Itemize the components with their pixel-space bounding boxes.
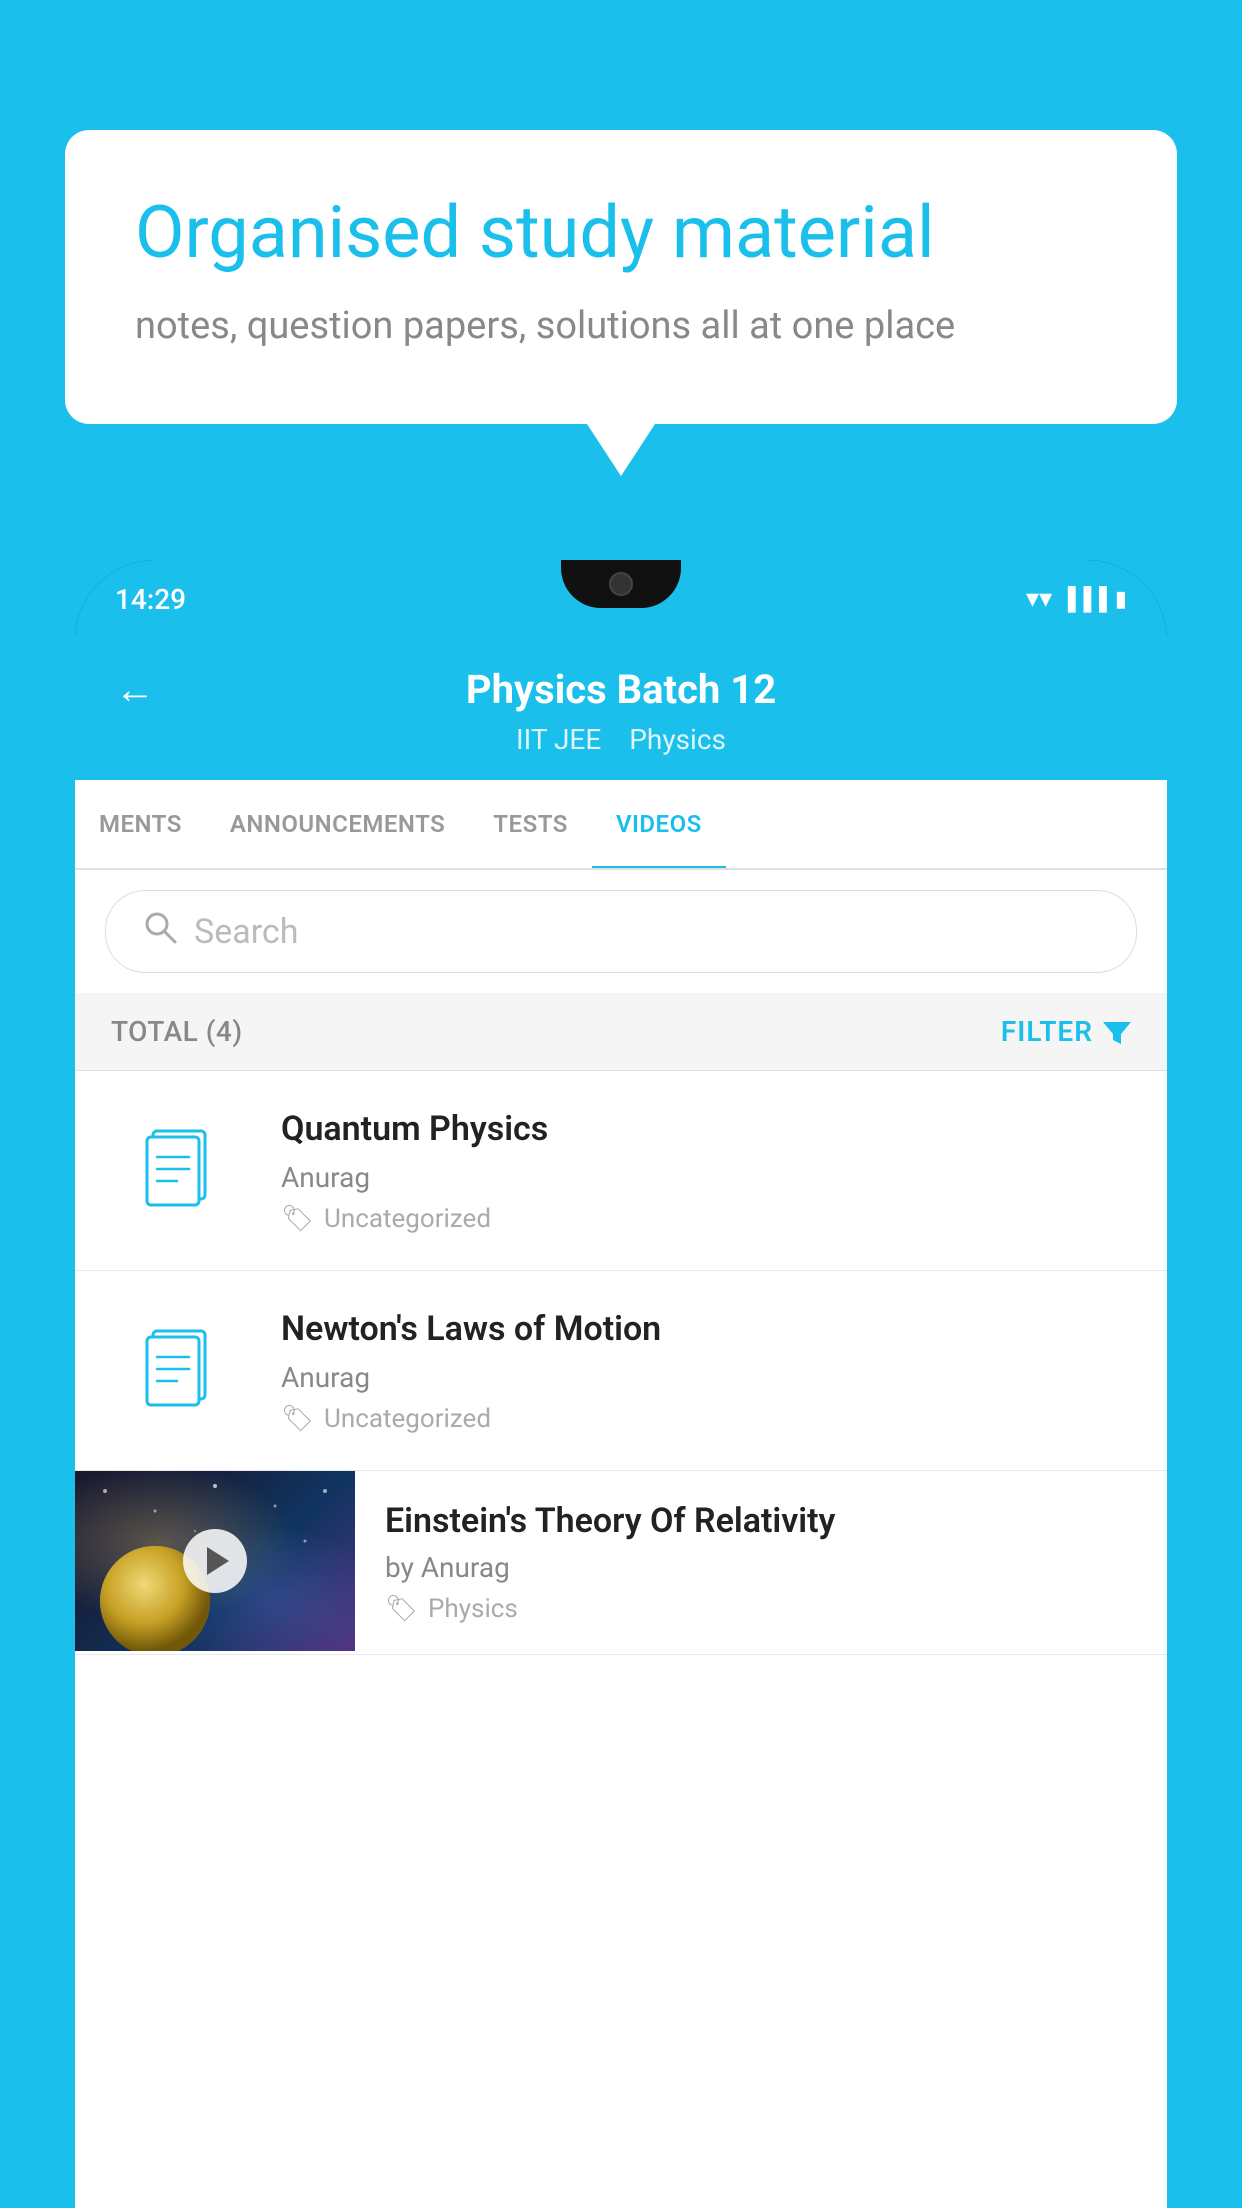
app-header: ← Physics Batch 12 IIT JEE Physics xyxy=(75,638,1167,780)
camera-icon xyxy=(609,572,633,596)
filter-label: FILTER xyxy=(1001,1015,1093,1048)
search-bar-wrapper: Search xyxy=(75,870,1167,993)
video-author: by Anurag xyxy=(385,1551,1137,1584)
video-tag: 🏷 Uncategorized xyxy=(281,1204,1131,1234)
list-item[interactable]: Quantum Physics Anurag 🏷 Uncategorized xyxy=(75,1071,1167,1271)
list-item[interactable]: Einstein's Theory Of Relativity by Anura… xyxy=(75,1471,1167,1655)
speech-bubble: Organised study material notes, question… xyxy=(65,130,1177,424)
tag-icon: 🏷 xyxy=(281,1204,314,1234)
tag-icon: 🏷 xyxy=(281,1404,314,1434)
tab-ments[interactable]: MENTS xyxy=(75,780,206,868)
tag-label: Uncategorized xyxy=(324,1204,491,1234)
video-title: Quantum Physics xyxy=(281,1107,1131,1151)
video-author: Anurag xyxy=(281,1361,1131,1394)
search-bar[interactable]: Search xyxy=(105,890,1137,973)
speech-bubble-container: Organised study material notes, question… xyxy=(65,130,1177,424)
signal-icon: ▐▐▐ xyxy=(1060,586,1107,612)
phone-screen: ← Physics Batch 12 IIT JEE Physics MENTS… xyxy=(75,638,1167,2208)
video-info-einstein: Einstein's Theory Of Relativity by Anura… xyxy=(355,1471,1167,1654)
tab-announcements[interactable]: ANNOUNCEMENTS xyxy=(206,780,469,868)
battery-icon: ▮ xyxy=(1115,587,1127,612)
doc-icon-quantum xyxy=(111,1113,251,1228)
video-author: Anurag xyxy=(281,1161,1131,1194)
tab-videos[interactable]: VIDEOS xyxy=(592,780,726,868)
filter-button[interactable]: FILTER xyxy=(1001,1015,1131,1048)
video-info-newton: Newton's Laws of Motion Anurag 🏷 Uncateg… xyxy=(281,1307,1131,1434)
play-triangle-icon xyxy=(207,1547,229,1575)
app-title: Physics Batch 12 xyxy=(466,666,776,713)
play-button[interactable] xyxy=(183,1529,247,1593)
filter-row: TOTAL (4) FILTER xyxy=(75,993,1167,1071)
video-tag: 🏷 Physics xyxy=(385,1594,1137,1624)
back-button[interactable]: ← xyxy=(115,666,155,713)
speech-bubble-heading: Organised study material xyxy=(135,190,1107,276)
video-title: Einstein's Theory Of Relativity xyxy=(385,1501,1137,1541)
list-item[interactable]: Newton's Laws of Motion Anurag 🏷 Uncateg… xyxy=(75,1271,1167,1471)
video-info-quantum: Quantum Physics Anurag 🏷 Uncategorized xyxy=(281,1107,1131,1234)
wifi-icon: ▾▾ xyxy=(1026,584,1052,614)
filter-icon xyxy=(1103,1018,1131,1046)
app-subtitle: IIT JEE Physics xyxy=(516,723,726,756)
phone-frame: 14:29 ▾▾ ▐▐▐ ▮ ← Physics Batch 12 IIT JE… xyxy=(75,560,1167,2208)
status-time: 14:29 xyxy=(115,583,186,616)
phone-notch xyxy=(561,560,681,608)
status-icons: ▾▾ ▐▐▐ ▮ xyxy=(1026,584,1127,614)
doc-icon-newton xyxy=(111,1313,251,1428)
video-tag: 🏷 Uncategorized xyxy=(281,1404,1131,1434)
tag-label: Uncategorized xyxy=(324,1404,491,1434)
tab-tests[interactable]: TESTS xyxy=(469,780,592,868)
app-header-row: ← Physics Batch 12 xyxy=(115,666,1127,713)
subtitle-physics: Physics xyxy=(629,723,726,756)
status-bar: 14:29 ▾▾ ▐▐▐ ▮ xyxy=(75,560,1167,638)
speech-bubble-subtext: notes, question papers, solutions all at… xyxy=(135,300,1107,353)
total-count: TOTAL (4) xyxy=(111,1015,243,1048)
tabs-bar: MENTS ANNOUNCEMENTS TESTS VIDEOS xyxy=(75,780,1167,870)
video-list: Quantum Physics Anurag 🏷 Uncategorized xyxy=(75,1071,1167,1655)
tag-label: Physics xyxy=(428,1594,518,1624)
video-thumbnail-einstein xyxy=(75,1471,355,1651)
video-title: Newton's Laws of Motion xyxy=(281,1307,1131,1351)
search-icon xyxy=(142,909,178,954)
search-placeholder: Search xyxy=(194,912,298,952)
subtitle-iit: IIT JEE xyxy=(516,723,601,756)
tag-icon: 🏷 xyxy=(385,1594,418,1624)
